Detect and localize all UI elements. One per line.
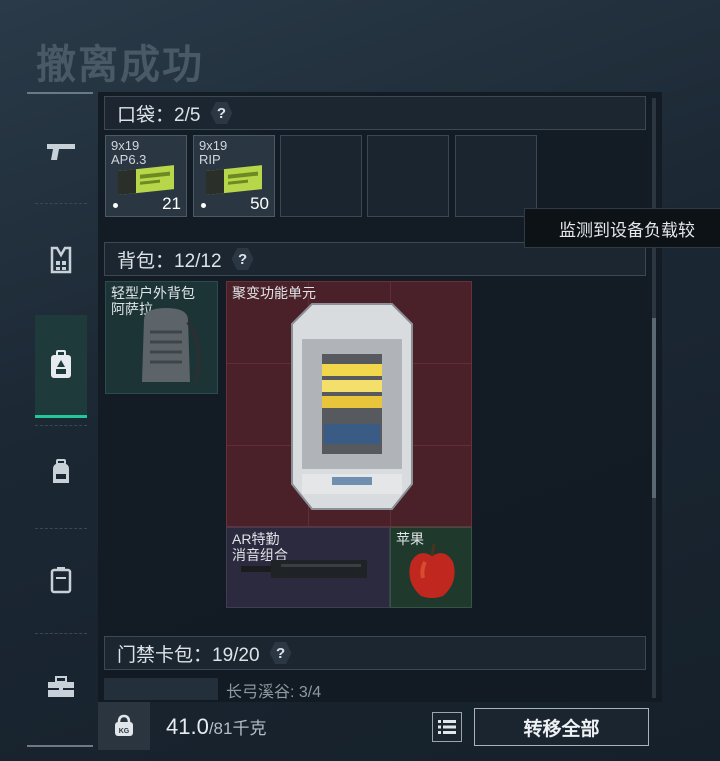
ammo-indicator-dot xyxy=(201,203,206,208)
ammo-box-icon xyxy=(118,165,174,196)
backpack-label: 背包：12/12 xyxy=(117,250,222,272)
item-ar-suppressor-kit[interactable]: AR特勤 消音组合 xyxy=(226,527,390,608)
list-icon xyxy=(438,720,456,734)
transfer-all-button[interactable]: 转移全部 xyxy=(474,708,649,746)
pockets-help-button[interactable]: ? xyxy=(210,102,233,124)
backpack-icon xyxy=(51,350,71,378)
scrollbar-thumb[interactable] xyxy=(652,318,656,498)
ammo-box-icon xyxy=(206,165,262,196)
backpack-help-button[interactable]: ? xyxy=(231,248,254,270)
sidebar-item-case[interactable] xyxy=(35,530,87,630)
weight-icon-label: KG xyxy=(119,728,130,735)
backpack-item-icon xyxy=(142,308,201,383)
keycard-thumb xyxy=(104,678,218,700)
sidebar-item-bag[interactable] xyxy=(35,422,87,522)
fusion-unit-icon xyxy=(291,303,413,510)
current-weight: 41.0 xyxy=(166,714,209,739)
pocket-slot-empty[interactable] xyxy=(455,135,537,217)
keycard-help-button[interactable]: ? xyxy=(269,642,292,664)
keycard-header: 门禁卡包：19/20 ? xyxy=(104,636,646,670)
suppressor-icon xyxy=(241,560,367,578)
ammo-count: 21 xyxy=(162,194,181,213)
carry-weight: 41.0/81千克 xyxy=(166,714,266,740)
tooltip-text: 监测到设备负载较 xyxy=(559,220,695,240)
ammo-count: 50 xyxy=(250,194,269,213)
rail-separator xyxy=(35,203,87,205)
sidebar-item-vest[interactable] xyxy=(35,210,87,310)
rail-divider-top xyxy=(27,92,93,94)
ammo-indicator-dot xyxy=(113,203,118,208)
apple-icon xyxy=(409,543,455,598)
keycard-row-text: 长弓溪谷: 3/4 xyxy=(226,684,322,701)
vest-icon xyxy=(50,246,72,274)
pistol-icon xyxy=(47,144,75,160)
case-icon xyxy=(50,567,72,594)
item-apple[interactable]: 苹果 xyxy=(390,527,472,608)
inventory-scrollbar[interactable] xyxy=(652,98,656,698)
kettlebell-icon: KG xyxy=(115,714,133,736)
rail-divider-bottom xyxy=(27,745,93,747)
sidebar-item-weapons[interactable] xyxy=(35,102,87,202)
sidebar-item-backpack[interactable] xyxy=(35,315,87,418)
pocket-slot-1[interactable]: 9x19 AP6.3 21 xyxy=(105,135,187,217)
ammo-name: 9x19 RIP xyxy=(199,138,228,167)
screen-title: 撤离成功 xyxy=(36,42,204,88)
keycard-row[interactable]: 长弓溪谷: 3/4 xyxy=(104,678,646,701)
rail-separator xyxy=(35,633,87,635)
max-weight: /81千克 xyxy=(208,719,267,738)
sidebar-item-toolbox[interactable] xyxy=(35,637,87,737)
toolbox-icon xyxy=(48,676,74,697)
pocket-slot-empty[interactable] xyxy=(280,135,362,217)
bag-icon xyxy=(53,459,69,483)
pockets-label: 口袋：2/5 xyxy=(117,104,201,126)
ammo-name: 9x19 AP6.3 xyxy=(111,138,147,167)
item-outdoor-backpack[interactable]: 轻型户外背包 阿萨拉 xyxy=(105,281,218,394)
keycard-label: 门禁卡包：19/20 xyxy=(117,644,260,666)
pocket-slot-empty[interactable] xyxy=(367,135,449,217)
weight-icon: KG xyxy=(98,702,150,750)
item-fusion-unit[interactable]: 聚变功能单元 xyxy=(226,281,472,527)
load-warning-tooltip: 监测到设备负载较 xyxy=(524,208,720,248)
list-view-button[interactable] xyxy=(432,712,462,742)
pockets-header: 口袋：2/5 ? xyxy=(104,96,646,130)
pocket-slot-2[interactable]: 9x19 RIP 50 xyxy=(193,135,275,217)
